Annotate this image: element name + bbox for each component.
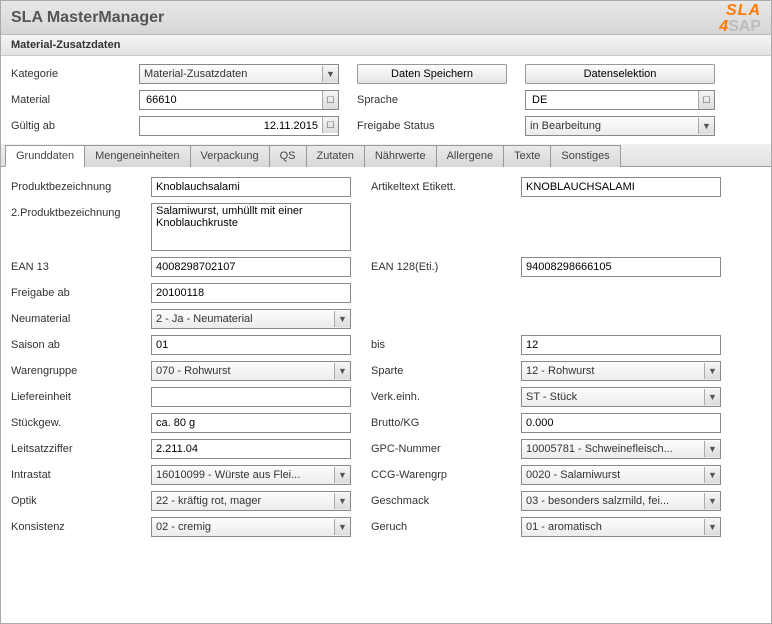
gueltigab-label: Gültig ab	[11, 120, 121, 132]
titlebar: SLA MasterManager SLA 4SAP	[1, 1, 771, 35]
logo-line2: 4SAP	[719, 19, 761, 35]
neumaterial-label: Neumaterial	[11, 313, 131, 325]
window-title: SLA MasterManager	[11, 9, 164, 27]
konsistenz-select[interactable]: 02 - cremig▼	[151, 517, 351, 537]
produktbez-input[interactable]	[151, 177, 351, 197]
verkeinh-select[interactable]: ST - Stück▼	[521, 387, 721, 407]
warengruppe-label: Warengruppe	[11, 365, 131, 377]
saisonbis-label: bis	[371, 339, 501, 351]
ean13-input[interactable]	[151, 257, 351, 277]
geschmack-label: Geschmack	[371, 495, 501, 507]
warengruppe-select[interactable]: 070 - Rohwurst▼	[151, 361, 351, 381]
chevron-down-icon: ▼	[334, 519, 350, 535]
produktbez2-textarea[interactable]: Salamiwurst, umhüllt mit einer Knoblauch…	[151, 203, 351, 251]
chevron-down-icon: ▼	[704, 363, 720, 379]
sparte-select[interactable]: 12 - Rohwurst▼	[521, 361, 721, 381]
produktbez-label: Produktbezeichnung	[11, 181, 131, 193]
valuehelp-icon[interactable]: ☐	[698, 91, 714, 109]
logo-line1: SLA	[719, 3, 761, 19]
kategorie-label: Kategorie	[11, 68, 121, 80]
calendar-icon[interactable]: ☐	[322, 117, 338, 133]
tab-zutaten[interactable]: Zutaten	[306, 145, 365, 167]
produktbez2-label: 2.Produktbezeichnung	[11, 203, 131, 219]
gpc-label: GPC-Nummer	[371, 443, 501, 455]
chevron-down-icon: ▼	[704, 467, 720, 483]
save-button[interactable]: Daten Speichern	[357, 64, 507, 84]
saisonbis-input[interactable]	[521, 335, 721, 355]
tab-texte[interactable]: Texte	[503, 145, 551, 167]
gpc-select[interactable]: 10005781 - Schweinefleisch...▼	[521, 439, 721, 459]
ean128-input[interactable]	[521, 257, 721, 277]
liefereinheit-input[interactable]	[151, 387, 351, 407]
chevron-down-icon: ▼	[704, 441, 720, 457]
optik-select[interactable]: 22 - kräftig rot, mager▼	[151, 491, 351, 511]
ccg-select[interactable]: 0020 - Salamiwurst▼	[521, 465, 721, 485]
chevron-down-icon: ▼	[334, 311, 350, 327]
ean128-label: EAN 128(Eti.)	[371, 261, 501, 273]
sparte-label: Sparte	[371, 365, 501, 377]
intrastat-select[interactable]: 16010099 - Würste aus Flei...▼	[151, 465, 351, 485]
material-label: Material	[11, 94, 121, 106]
saisonab-input[interactable]	[151, 335, 351, 355]
artikeltext-input[interactable]	[521, 177, 721, 197]
geruch-label: Geruch	[371, 521, 501, 533]
liefereinheit-label: Liefereinheit	[11, 391, 131, 403]
gueltigab-input[interactable]: ☐	[139, 116, 339, 136]
intrastat-label: Intrastat	[11, 469, 131, 481]
stueckgew-input[interactable]	[151, 413, 351, 433]
bruttokg-input[interactable]	[521, 413, 721, 433]
geschmack-select[interactable]: 03 - besonders salzmild, fei...▼	[521, 491, 721, 511]
leitsatz-input[interactable]	[151, 439, 351, 459]
saisonab-label: Saison ab	[11, 339, 131, 351]
chevron-down-icon: ▼	[334, 467, 350, 483]
tab-verpackung[interactable]: Verpackung	[190, 145, 270, 167]
tab-qs[interactable]: QS	[269, 145, 307, 167]
stueckgew-label: Stückgew.	[11, 417, 131, 429]
optik-label: Optik	[11, 495, 131, 507]
freigabestatus-select[interactable]: in Bearbeitung▼	[525, 116, 715, 136]
freigabeab-label: Freigabe ab	[11, 287, 131, 299]
leitsatz-label: Leitsatzziffer	[11, 443, 131, 455]
ccg-label: CCG-Warengrp	[371, 469, 501, 481]
chevron-down-icon: ▼	[334, 363, 350, 379]
chevron-down-icon: ▼	[698, 118, 714, 134]
neumaterial-select[interactable]: 2 - Ja - Neumaterial▼	[151, 309, 351, 329]
kategorie-select[interactable]: Material-Zusatzdaten▼	[139, 64, 339, 84]
chevron-down-icon: ▼	[704, 389, 720, 405]
chevron-down-icon: ▼	[704, 493, 720, 509]
geruch-select[interactable]: 01 - aromatisch▼	[521, 517, 721, 537]
tab-mengeneinheiten[interactable]: Mengeneinheiten	[84, 145, 190, 167]
freigabeab-input[interactable]	[151, 283, 351, 303]
page-subtitle: Material-Zusatzdaten	[1, 35, 771, 56]
chevron-down-icon: ▼	[322, 66, 338, 82]
sprache-input[interactable]: ☐	[525, 90, 715, 110]
konsistenz-label: Konsistenz	[11, 521, 131, 533]
chevron-down-icon: ▼	[334, 493, 350, 509]
tab-grunddaten[interactable]: Grunddaten	[5, 145, 85, 167]
logo: SLA 4SAP	[719, 3, 761, 35]
tab-strip: Grunddaten Mengeneinheiten Verpackung QS…	[1, 144, 771, 167]
chevron-down-icon: ▼	[704, 519, 720, 535]
freigabestatus-label: Freigabe Status	[357, 120, 507, 132]
ean13-label: EAN 13	[11, 261, 131, 273]
artikeltext-label: Artikeltext Etikett.	[371, 181, 501, 193]
bruttokg-label: Brutto/KG	[371, 417, 501, 429]
tab-sonstiges[interactable]: Sonstiges	[550, 145, 620, 167]
material-input[interactable]: ☐	[139, 90, 339, 110]
valuehelp-icon[interactable]: ☐	[322, 91, 338, 109]
verkeinh-label: Verk.einh.	[371, 391, 501, 403]
tab-allergene[interactable]: Allergene	[436, 145, 504, 167]
sprache-label: Sprache	[357, 94, 507, 106]
tab-naehrwerte[interactable]: Nährwerte	[364, 145, 437, 167]
dataselection-button[interactable]: Datenselektion	[525, 64, 715, 84]
